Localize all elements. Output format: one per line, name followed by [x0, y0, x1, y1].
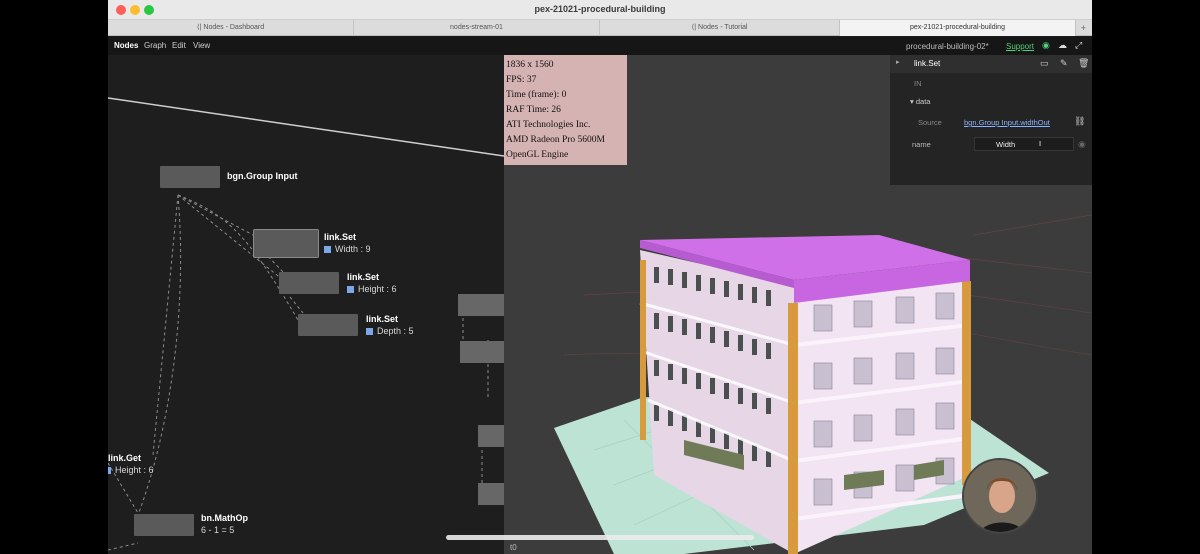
menu-nodes[interactable]: Nodes	[114, 41, 138, 50]
port-label: Width : 9	[335, 244, 371, 254]
mathop-node[interactable]	[134, 514, 194, 536]
node-graph-panel[interactable]: bgn.Group Input link.Set Width : 9 link.…	[108, 55, 504, 554]
menu-graph[interactable]: Graph	[144, 41, 166, 50]
stats-gpu-model: AMD Radeon Pro 5600M	[506, 135, 605, 145]
link-set-width-title: link.Set	[324, 232, 357, 242]
offscreen-node[interactable]	[478, 425, 504, 447]
tab-nodes-tutorial[interactable]: ⟨| Nodes - Tutorial	[600, 20, 840, 36]
fullscreen-icon[interactable]: ⤢	[1075, 40, 1082, 51]
port-icon	[324, 246, 331, 253]
menu-edit[interactable]: Edit	[172, 41, 186, 50]
section-data-toggle[interactable]: ▾ data	[910, 97, 930, 106]
offscreen-node[interactable]	[478, 483, 504, 505]
menu-view[interactable]: View	[193, 41, 210, 50]
offscreen-node[interactable]	[460, 341, 504, 363]
link-get-height-port: Height : 6	[108, 465, 154, 475]
stats-fps: FPS: 37	[506, 75, 537, 85]
mathop-title: bn.MathOp	[201, 513, 248, 523]
eye-icon[interactable]: ◉	[1078, 139, 1086, 150]
status-dot-icon: ◉	[1042, 40, 1050, 50]
title-bar: pex-21021-procedural-building	[108, 0, 1092, 20]
graph-connections	[108, 97, 504, 551]
port-icon	[347, 286, 354, 293]
trash-icon[interactable]: 🗑	[1078, 58, 1089, 69]
link-set-height-port: Height : 6	[347, 284, 397, 294]
panel-icon[interactable]: ▭	[1040, 58, 1049, 69]
port-icon	[366, 328, 373, 335]
group-input-node[interactable]	[160, 166, 220, 188]
stats-resolution: 1836 x 1560	[506, 60, 554, 70]
stats-renderer: OpenGL Engine	[506, 150, 569, 160]
pillar	[640, 260, 646, 440]
inspector-title: link.Set	[914, 59, 941, 68]
link-set-width-port: Width : 9	[324, 244, 371, 254]
text-cursor-icon: I	[1039, 139, 1042, 148]
port-label: Height : 6	[358, 284, 397, 294]
link-get-height-title: link.Get	[108, 453, 142, 463]
link-set-depth-port: Depth : 5	[366, 326, 414, 336]
cloud-icon[interactable]: ☁	[1058, 40, 1067, 51]
eraser-icon[interactable]: ✎	[1060, 58, 1068, 69]
link-set-depth-title: link.Set	[366, 314, 399, 324]
port-label: Depth : 5	[377, 326, 414, 336]
stats-gpu-vendor: ATI Technologies Inc.	[506, 120, 591, 130]
source-label: Source	[918, 118, 942, 127]
webcam-overlay	[962, 458, 1038, 534]
tab-nodes-dashboard[interactable]: ⟨| Nodes - Dashboard	[108, 20, 354, 36]
stats-time-frame: Time (frame): 0	[506, 90, 567, 100]
document-name: procedural-building-02*	[906, 42, 989, 51]
menu-bar: Nodes Graph Edit View procedural-buildin…	[108, 37, 1092, 55]
inspector-panel: ▸ link.Set ▭ ✎ 🗑 IN ▾ data Source bgn.Gr…	[890, 55, 1092, 185]
pillar	[962, 281, 971, 485]
inspector-header: ▸ link.Set ▭ ✎ 🗑	[890, 55, 1092, 73]
tab-bar: ⟨| Nodes - Dashboard nodes-stream-01 ⟨| …	[108, 20, 1092, 36]
link-set-height-node[interactable]	[279, 272, 339, 294]
viewport-coords: t0	[510, 543, 517, 552]
source-value-link[interactable]: bgn.Group Input.widthOut	[964, 118, 1050, 127]
link-set-depth-node[interactable]	[298, 314, 358, 336]
tab-procedural-building[interactable]: pex-21021-procedural-building	[840, 20, 1076, 36]
app-window: pex-21021-procedural-building ⟨| Nodes -…	[108, 0, 1092, 554]
pillar	[788, 303, 798, 554]
name-field[interactable]: Width I	[974, 137, 1074, 151]
link-set-width-node[interactable]	[253, 229, 319, 258]
offscreen-node[interactable]	[458, 294, 504, 316]
port-icon	[108, 467, 111, 474]
name-label: name	[912, 140, 931, 149]
support-link[interactable]: Support	[1006, 42, 1034, 51]
stats-overlay: 1836 x 1560 FPS: 37 Time (frame): 0 RAF …	[504, 55, 627, 165]
section-in-label: IN	[914, 79, 922, 88]
link-icon[interactable]: ⛓	[1074, 116, 1085, 127]
new-tab-button[interactable]: +	[1081, 20, 1086, 36]
port-label: Height : 6	[115, 465, 154, 475]
mathop-port: 6 - 1 = 5	[201, 525, 235, 535]
tab-nodes-stream[interactable]: nodes-stream-01	[354, 20, 600, 36]
stats-raf-time: RAF Time: 26	[506, 105, 561, 115]
screen: pex-21021-procedural-building ⟨| Nodes -…	[0, 0, 1200, 554]
name-field-value[interactable]: Width	[996, 140, 1015, 149]
home-indicator	[446, 535, 754, 540]
link-set-height-title: link.Set	[347, 272, 380, 282]
window-title: pex-21021-procedural-building	[534, 4, 666, 14]
group-input-node-title: bgn.Group Input	[227, 171, 298, 181]
collapse-caret-icon[interactable]: ▸	[896, 58, 900, 66]
